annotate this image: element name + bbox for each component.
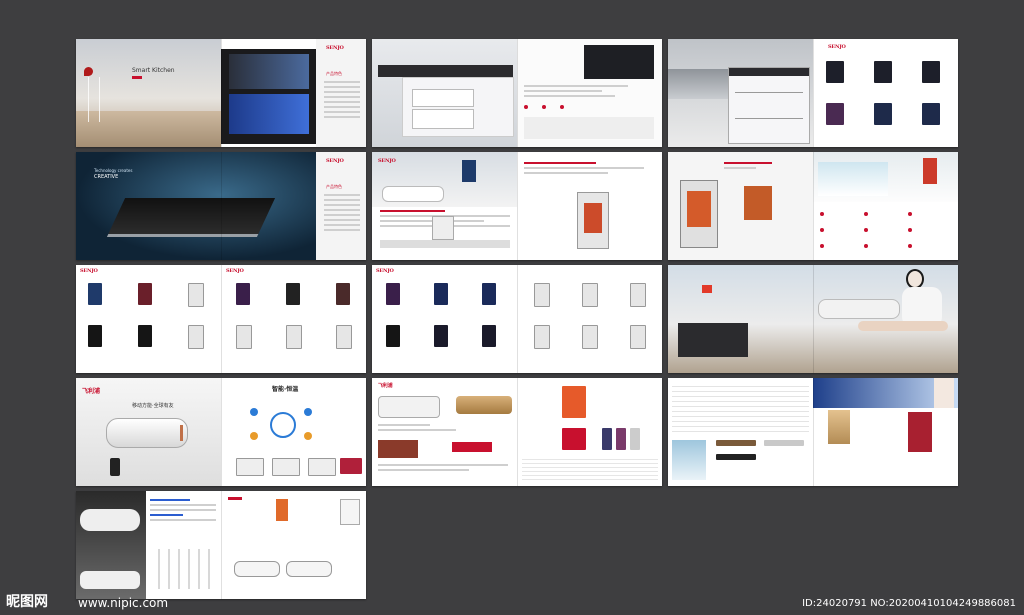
model-photo <box>858 267 954 367</box>
brochure-spread-instant-heaters <box>668 378 958 486</box>
brand-logo: SENJO <box>226 268 244 274</box>
brand-logo: SENJO <box>378 158 396 164</box>
brand-logo: 飞利浦 <box>378 383 393 389</box>
gas-heater-cutaway-image <box>680 180 718 248</box>
wall-heater-image <box>462 160 476 182</box>
brochure-spread-smart-kitchen: Smart Kitchen SENJO 产品特色 <box>76 39 366 147</box>
brochure-spread-gas-heaters-1: SENJO SENJO <box>76 265 366 373</box>
bathtub-image <box>382 186 444 202</box>
storage-heater-image <box>106 418 188 448</box>
brochure-spread-city-cabinet: SENJO <box>668 39 958 147</box>
white-heater-image <box>378 396 440 418</box>
cover-subtitle: 移动方能·全球有友 <box>132 403 174 409</box>
shower-photo <box>672 440 706 480</box>
cover-subtitle: CREATIVE <box>94 174 119 180</box>
brand-logo: SENJO <box>376 268 394 274</box>
brochure-spread-induction-cooker: Technology creates CREATIVE SENJO 产品特色 <box>76 152 366 260</box>
section-heading: 产品特色 <box>326 71 342 76</box>
storage-heater-image <box>80 509 140 531</box>
storage-heater-image <box>234 561 280 577</box>
strawberry-image <box>84 67 93 76</box>
model-photo <box>934 378 954 408</box>
wifi-diagram-image <box>246 404 316 444</box>
gold-heater-image <box>456 396 512 414</box>
bathtub-image <box>80 571 140 589</box>
wine-glass-image <box>88 77 100 122</box>
section-heading: 智能·恒温 <box>272 386 299 393</box>
section-heading: 产品特色 <box>326 184 342 189</box>
brand-logo: SENJO <box>326 45 344 51</box>
induction-cooker-image <box>106 198 276 237</box>
brochure-spread-bathroom-heater: SENJO <box>372 152 662 260</box>
nipic-logo: 昵图网 <box>6 594 48 610</box>
brochure-spread-smart-constant: 飞利浦 移动方能·全球有友 智能·恒温 <box>76 378 366 486</box>
dishwasher-drawer-image <box>221 49 316 144</box>
cabinet-product-image <box>728 67 810 144</box>
bathtub-image <box>678 323 748 357</box>
red-heater-image <box>908 412 932 452</box>
brochure-spread-heater-tech <box>668 152 958 260</box>
bathroom-photo <box>818 162 888 196</box>
brochure-spread-bath-woman <box>668 265 958 373</box>
gold-heater-image <box>828 410 850 444</box>
phone-icon <box>110 458 120 476</box>
image-id-text: ID:24020791 NO:20200410104249886081 <box>802 598 1016 609</box>
kitchen-island-image <box>378 65 513 77</box>
dish-rack-image <box>584 45 654 79</box>
brand-logo: 飞利浦 <box>82 388 101 395</box>
brochure-spread-storage-heaters <box>76 491 366 599</box>
brochure-spread-gas-heaters-2: SENJO <box>372 265 662 373</box>
heat-exchanger-image <box>744 186 772 220</box>
nipic-url[interactable]: www.nipic.com <box>78 596 168 610</box>
brochure-spread-electric-heaters: 飞利浦 <box>372 378 662 486</box>
cover-title: Smart Kitchen <box>132 67 175 74</box>
wall-heater-image <box>923 158 937 184</box>
storage-heater-image <box>286 561 332 577</box>
brand-logo: SENJO <box>326 158 344 164</box>
brand-logo: SENJO <box>80 268 98 274</box>
brand-logo: SENJO <box>828 44 846 50</box>
heater-internals-image <box>577 192 609 249</box>
brochure-spread-kitchen-island <box>372 39 662 147</box>
cover-title: Technology creates <box>94 168 133 173</box>
storage-heater-image <box>818 299 900 319</box>
